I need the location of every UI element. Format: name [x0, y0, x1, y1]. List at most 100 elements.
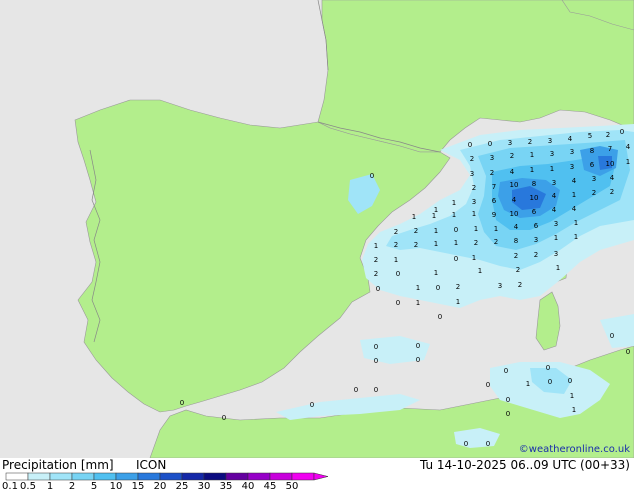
- rain-value-label: 0: [468, 141, 472, 149]
- rain-value-label: 1: [474, 225, 478, 233]
- scale-swatch: [115, 472, 139, 481]
- rain-value-label: 0: [416, 356, 420, 364]
- rain-value-label: 3: [554, 220, 558, 228]
- scale-tick-label: 50: [286, 481, 299, 490]
- rain-value-label: 0: [568, 377, 572, 385]
- valid-time: Tu 14-10-2025 06..09 UTC (00+33): [419, 458, 630, 472]
- rain-value-label: 2: [394, 228, 398, 236]
- rain-value-label: 2: [514, 252, 518, 260]
- rain-value-label: 1: [572, 406, 576, 414]
- scale-tick-label: 0.5: [20, 481, 36, 490]
- model-name: ICON: [136, 458, 166, 472]
- scale-swatch: [225, 472, 249, 481]
- rain-value-label: 1: [626, 158, 630, 166]
- legend-svg: Precipitation [mm] ICON Tu 14-10-2025 06…: [2, 458, 630, 492]
- rain-value-label: 2: [394, 241, 398, 249]
- rain-value-label: 1: [530, 151, 534, 159]
- scale-swatch: [71, 472, 95, 481]
- rain-value-label: 4: [514, 223, 519, 231]
- rain-value-label: 10: [606, 160, 615, 168]
- rain-value-label: 0: [464, 440, 468, 448]
- rain-value-label: 0: [546, 364, 550, 372]
- rain-value-label: 1: [574, 219, 578, 227]
- rain-value-label: 4: [552, 192, 557, 200]
- rain-value-label: 2: [510, 152, 514, 160]
- rain-value-label: 4: [552, 206, 557, 214]
- rain-value-label: 2: [534, 251, 538, 259]
- rain-value-label: 2: [456, 283, 460, 291]
- rain-value-label: 0: [506, 396, 510, 404]
- rain-value-label: 1: [472, 210, 476, 218]
- scale-swatch: [5, 472, 29, 481]
- rain-value-label: 2: [518, 281, 522, 289]
- scale-tick-label: 1: [47, 481, 53, 490]
- rain-value-label: 3: [534, 236, 538, 244]
- scale-swatch: [203, 472, 227, 481]
- rain-value-label: 3: [554, 250, 558, 258]
- rain-value-label: 0: [370, 172, 374, 180]
- rain-value-label: 3: [472, 198, 476, 206]
- rain-value-label: 4: [510, 168, 515, 176]
- rain-value-label: 0: [486, 440, 490, 448]
- rain-value-label: 0: [488, 140, 492, 148]
- rain-value-label: 10: [510, 181, 519, 189]
- scale-tick-label: 2: [69, 481, 75, 490]
- rain-value-label: 2: [470, 155, 474, 163]
- scale-arrow: [313, 472, 329, 481]
- rain-value-label: 2: [490, 169, 494, 177]
- rain-value-label: 2: [516, 266, 520, 274]
- scale-swatch: [93, 472, 117, 481]
- rain-value-label: 1: [434, 269, 438, 277]
- rain-value-label: 5: [588, 132, 592, 140]
- rain-value-label: 4: [572, 177, 577, 185]
- rain-value-label: 8: [590, 147, 594, 155]
- rain-value-label: 1: [434, 240, 438, 248]
- rain-value-label: 0: [180, 399, 184, 407]
- scale-tick-label: 0.1: [2, 481, 18, 490]
- rain-value-label: 3: [550, 150, 554, 158]
- rain-value-label: 9: [492, 211, 496, 219]
- rain-value-label: 10: [530, 194, 539, 202]
- rain-value-label: 0: [374, 343, 378, 351]
- rain-value-label: 2: [494, 238, 498, 246]
- rain-value-label: 3: [552, 179, 556, 187]
- scale-swatch: [247, 472, 271, 481]
- rain-value-label: 1: [454, 239, 458, 247]
- rain-value-label: 10: [510, 210, 519, 218]
- rain-value-label: 0: [396, 299, 400, 307]
- rain-value-label: 4: [610, 174, 615, 182]
- scale-tick-label: 25: [176, 481, 189, 490]
- rain-value-label: 1: [478, 267, 482, 275]
- rain-value-label: 0: [486, 381, 490, 389]
- rain-value-label: 4: [512, 196, 517, 204]
- rain-value-label: 1: [452, 199, 456, 207]
- rain-value-label: 0: [626, 348, 630, 356]
- rain-value-label: 0: [374, 357, 378, 365]
- rain-value-label: 3: [570, 148, 574, 156]
- rain-value-label: 0: [396, 270, 400, 278]
- rain-value-label: 2: [592, 189, 596, 197]
- rain-value-label: 1: [374, 242, 378, 250]
- rain-value-label: 8: [514, 237, 518, 245]
- rain-value-label: 2: [474, 239, 478, 247]
- scale-swatch: [137, 472, 161, 481]
- rain-value-label: 2: [414, 227, 418, 235]
- precipitation-map: 0 0 3 2 3 4 5 2 0 2 3 2 1 3 3 8 7 4 3 2 4 1 1 3 6 10 1 2 7 10 8 3 4 3 4 3 6 4…: [0, 0, 634, 459]
- rain-value-label: 0: [454, 226, 458, 234]
- map-svg: 0 0 3 2 3 4 5 2 02 3 2 1 3 3 8 7 43 2 4 1 1 3 6 10 12 7 10 8 3 4 3 43 6 4…: [0, 0, 634, 459]
- rain-value-label: 2: [472, 184, 476, 192]
- rain-value-label: 6: [492, 197, 497, 205]
- rain-value-label: 0: [454, 255, 458, 263]
- rain-value-label: 8: [532, 180, 536, 188]
- rain-value-label: 0: [504, 367, 508, 375]
- rain-value-label: 0: [610, 332, 614, 340]
- rain-value-label: 3: [498, 282, 502, 290]
- rain-value-label: 0: [376, 285, 380, 293]
- rain-value-label: 1: [554, 234, 558, 242]
- rain-value-label: 4: [568, 135, 573, 143]
- rain-value-label: 0: [436, 284, 440, 292]
- scale-swatch: [27, 472, 51, 481]
- rain-value-label: 0: [620, 128, 624, 136]
- rain-value-label: 0: [222, 414, 226, 422]
- rain-value-label: 1: [574, 233, 578, 241]
